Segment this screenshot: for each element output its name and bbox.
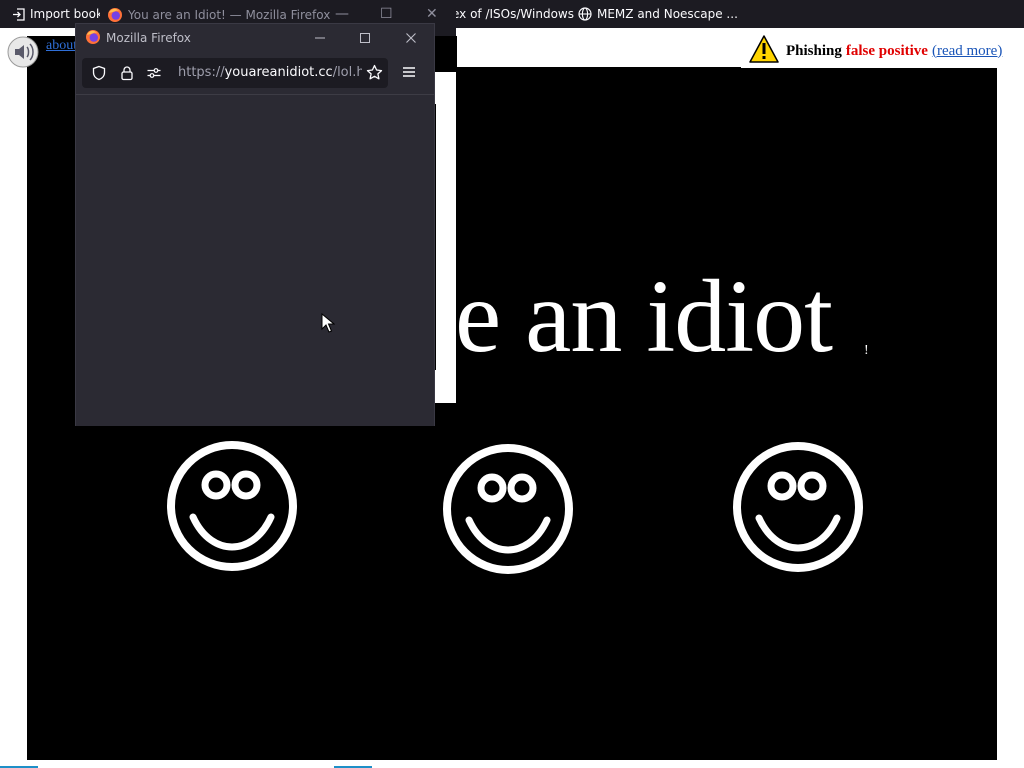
permissions-icon[interactable] xyxy=(146,65,162,86)
popup-titlebar[interactable]: Mozilla Firefox xyxy=(76,24,434,52)
url-text[interactable]: https://youareanidiot.cc/lol.htm xyxy=(178,65,362,80)
white-box xyxy=(434,72,456,104)
firefox-logo-icon xyxy=(85,29,101,50)
speaker-icon xyxy=(6,35,40,69)
shield-icon[interactable] xyxy=(91,65,107,86)
white-box xyxy=(434,104,456,370)
globe-icon xyxy=(578,7,592,21)
warning-icon xyxy=(749,34,779,68)
import-icon xyxy=(12,7,25,21)
close-button[interactable] xyxy=(400,28,422,48)
phishing-banner: Phishing false positive (read more) xyxy=(741,34,1024,68)
url-protocol: https:// xyxy=(178,65,225,80)
taskbar-edge xyxy=(0,760,1024,768)
smiley-face-icon xyxy=(731,440,865,574)
url-path: /lol.htm xyxy=(332,65,362,80)
menu-hamburger-icon[interactable] xyxy=(402,65,416,84)
bg-minimize-button[interactable]: — xyxy=(335,6,349,22)
read-more-link[interactable]: (read more) xyxy=(932,43,1002,60)
bookmark-isos[interactable]: ex of /ISOs/Windows xyxy=(452,5,574,23)
bookmark-import[interactable]: Import book xyxy=(12,5,100,23)
bg-maximize-button[interactable]: ☐ xyxy=(380,6,393,22)
lock-icon[interactable] xyxy=(119,65,135,86)
false-positive-label: false positive xyxy=(845,42,928,59)
mouse-cursor-icon xyxy=(321,312,336,333)
headline-text: e an idiot xyxy=(455,259,833,374)
popup-window[interactable]: Mozilla Firefox https://youareanidiot.cc… xyxy=(76,24,434,426)
about-link[interactable]: about xyxy=(46,38,76,54)
white-box xyxy=(434,370,456,403)
bookmark-label: Import book xyxy=(30,7,100,21)
maximize-button[interactable] xyxy=(354,28,376,48)
smiley-face-icon xyxy=(165,439,299,573)
url-host: youareanidiot.cc xyxy=(224,65,333,80)
minimize-button[interactable] xyxy=(309,28,331,48)
bookmark-memz[interactable]: MEMZ and Noescape ... xyxy=(578,5,738,23)
smiley-face-icon xyxy=(441,442,575,576)
background-window-title: You are an Idiot! — Mozilla Firefox xyxy=(128,8,331,22)
bookmark-label: ex of /ISOs/Windows xyxy=(452,7,574,21)
url-bar[interactable]: https://youareanidiot.cc/lol.htm xyxy=(82,58,388,88)
bookmark-label: MEMZ and Noescape ... xyxy=(597,7,738,21)
bookmark-star-icon[interactable] xyxy=(366,64,383,86)
popup-title: Mozilla Firefox xyxy=(106,31,191,45)
popup-content-area xyxy=(76,94,434,426)
headline-suffix: ! xyxy=(864,343,869,358)
bg-close-button[interactable]: ✕ xyxy=(426,6,438,22)
phishing-label: Phishing xyxy=(786,42,842,59)
